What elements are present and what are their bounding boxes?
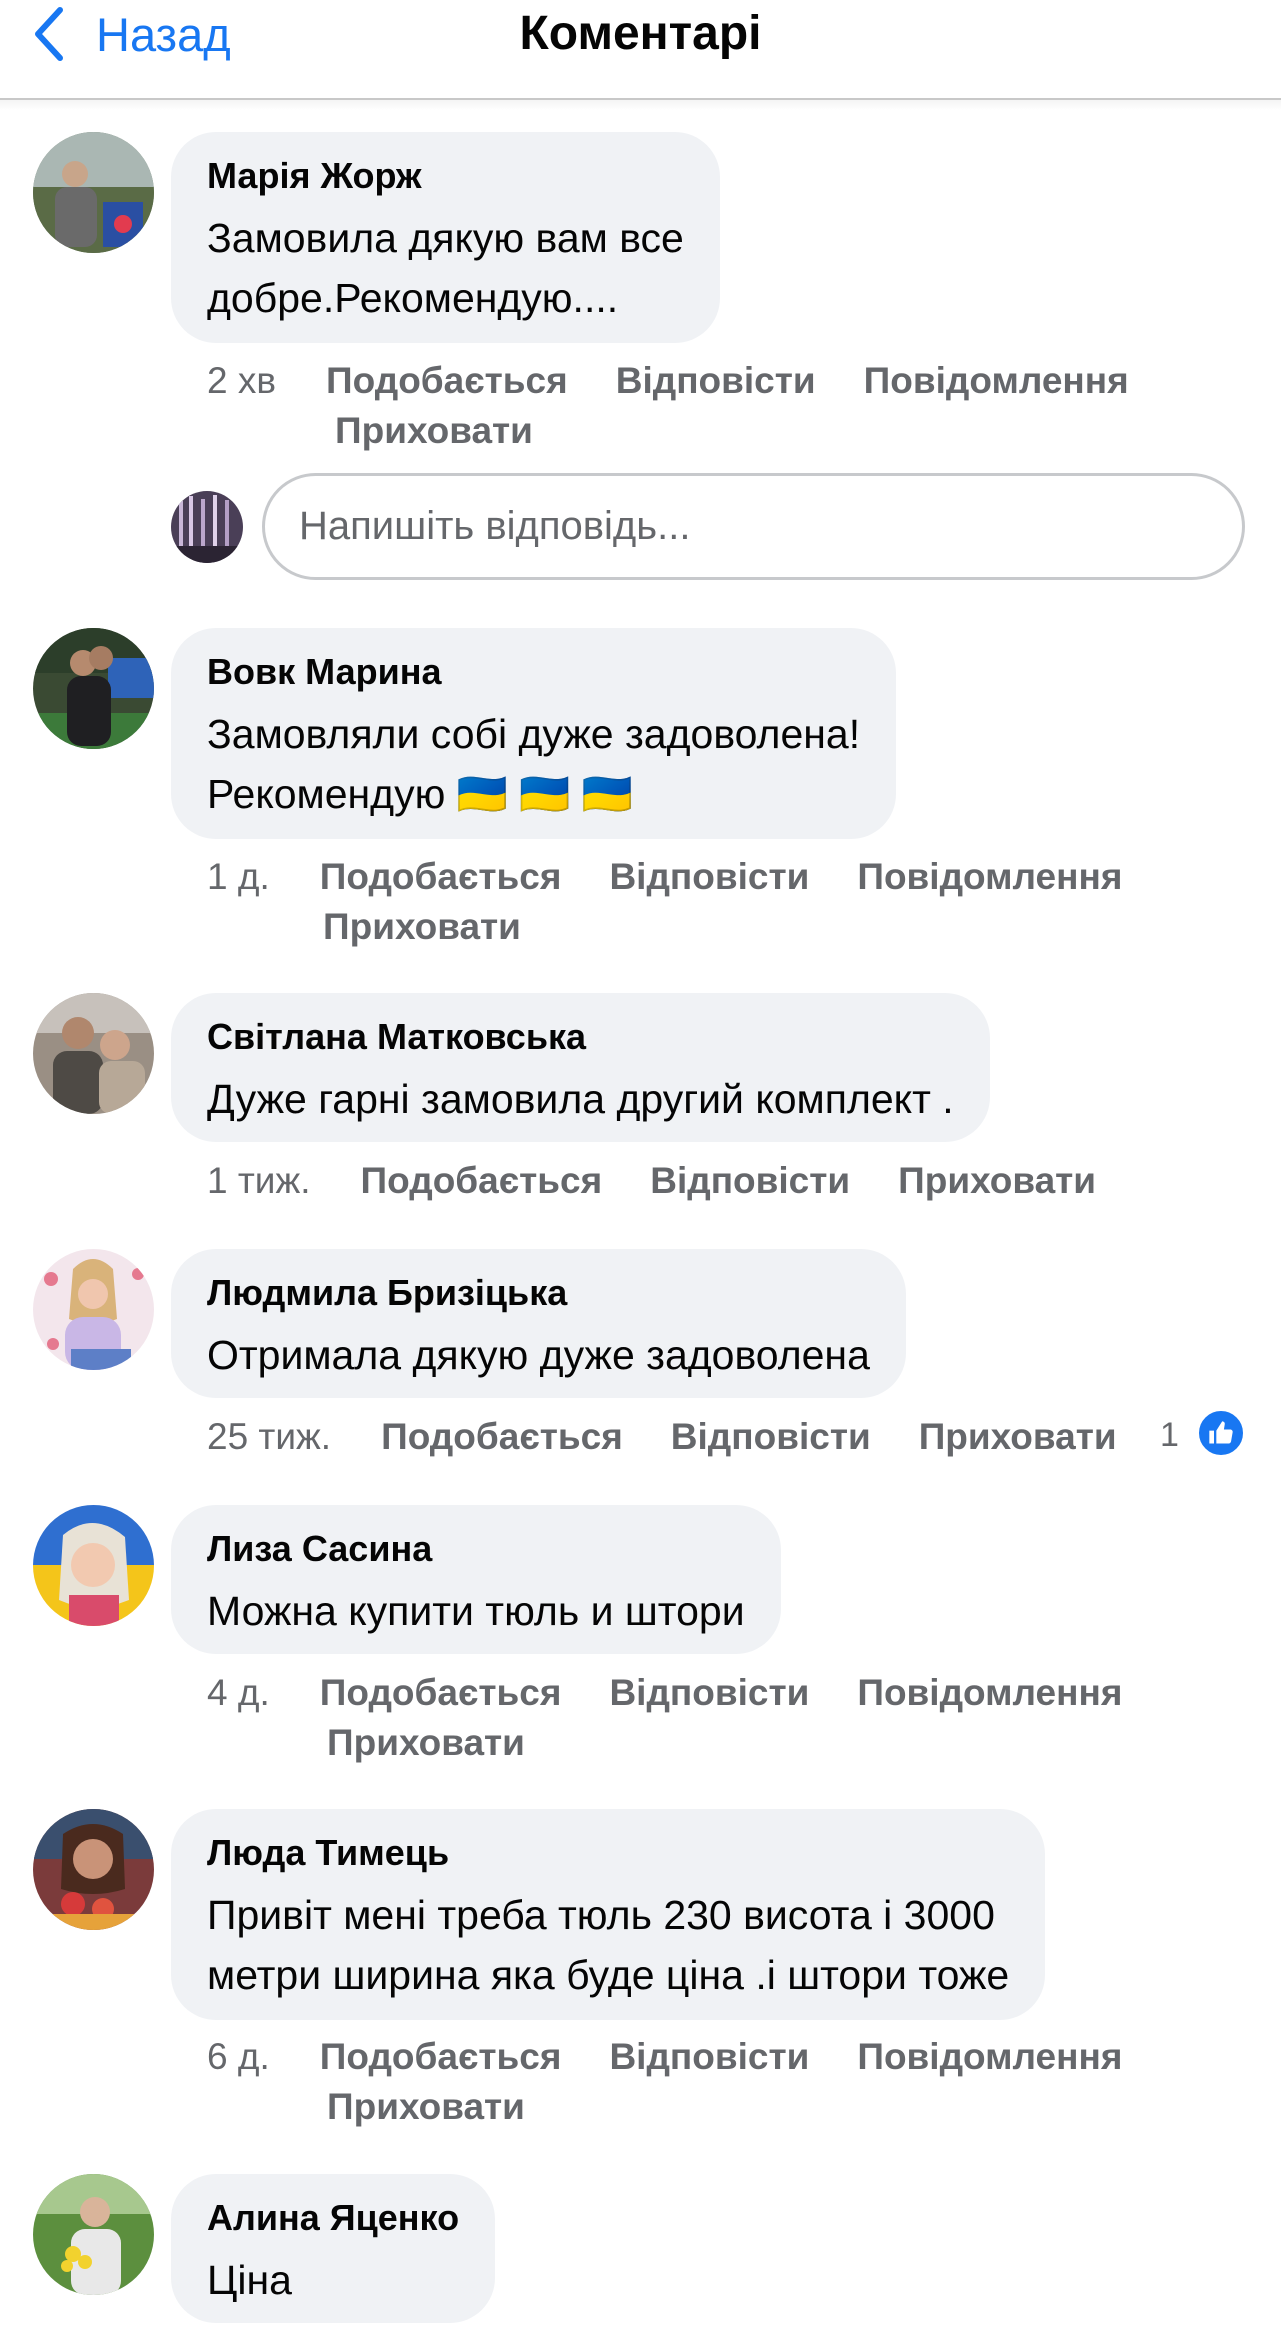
comment-author[interactable]: Марія Жорж	[207, 154, 684, 198]
avatar[interactable]	[33, 1809, 154, 1930]
comment-time[interactable]: 2 хв	[207, 360, 276, 401]
reply-input[interactable]	[262, 473, 1245, 580]
avatar[interactable]	[33, 1505, 154, 1626]
comment-time[interactable]: 1 тиж.	[207, 1160, 311, 1201]
comment-bubble: Марія Жорж Замовила дякую вам все добре.…	[171, 132, 720, 343]
reply-action[interactable]: Відповісти	[616, 360, 816, 401]
avatar[interactable]	[33, 2174, 154, 2295]
message-action[interactable]: Повідомлення	[857, 2036, 1122, 2077]
message-action[interactable]: Повідомлення	[857, 1672, 1122, 1713]
comment-bubble: Алина Яценко Ціна	[171, 2174, 496, 2323]
comment-bubble: Люда Тимець Привіт мені треба тюль 230 в…	[171, 1809, 1046, 2020]
comment-author[interactable]: Людмила Бризіцька	[207, 1271, 870, 1315]
reply-action[interactable]: Відповісти	[609, 2036, 809, 2077]
comment-author[interactable]: Світлана Матковська	[207, 1015, 954, 1059]
thumbs-up-icon[interactable]	[1196, 1408, 1246, 1458]
comment-text: Замовляли собі дуже задоволена! Рекоменд…	[207, 711, 861, 817]
comment-time[interactable]: 1 д.	[207, 856, 270, 897]
comment-text: Замовила дякую вам все добре.Рекомендую.…	[207, 215, 684, 321]
hide-action[interactable]: Приховати	[898, 1160, 1096, 1201]
comment-bubble: Людмила Бризіцька Отримала дякую дуже за…	[171, 1249, 906, 1398]
page-title: Коментарі	[519, 7, 762, 60]
avatar[interactable]	[33, 993, 154, 1114]
comment-time[interactable]: 6 д.	[207, 2036, 270, 2077]
like-action[interactable]: Подобається	[361, 1160, 603, 1201]
like-action[interactable]: Подобається	[381, 1416, 623, 1457]
comment-time[interactable]: 4 д.	[207, 1672, 270, 1713]
comment-text: Дуже гарні замовила другий комплект .	[207, 1076, 954, 1122]
comment-author[interactable]: Алина Яценко	[207, 2196, 459, 2240]
hide-action[interactable]: Приховати	[919, 1416, 1117, 1457]
comment-actions: 6 д. Подобається Відповісти Повідомлення Пр…	[207, 2032, 1170, 2132]
comment-time[interactable]: 25 тиж.	[207, 1416, 331, 1457]
comment-text: Ціна	[207, 2257, 292, 2303]
message-action[interactable]: Повідомлення	[864, 360, 1129, 401]
comment-author[interactable]: Вовк Марина	[207, 650, 860, 694]
current-user-avatar	[171, 491, 243, 563]
comment-author[interactable]: Люда Тимець	[207, 1831, 1009, 1875]
reply-action[interactable]: Відповісти	[671, 1416, 871, 1457]
hide-action[interactable]: Приховати	[323, 906, 521, 947]
avatar[interactable]	[33, 628, 154, 749]
like-action[interactable]: Подобається	[326, 360, 568, 401]
like-action[interactable]: Подобається	[320, 1672, 562, 1713]
comment-text: Привіт мені треба тюль 230 висота і 3000…	[207, 1892, 1010, 1998]
hide-action[interactable]: Приховати	[327, 1722, 525, 1763]
comment-bubble: Вовк Марина Замовляли собі дуже задоволе…	[171, 628, 897, 839]
comment-author[interactable]: Лиза Сасина	[207, 1527, 745, 1571]
comment-bubble: Світлана Матковська Дуже гарні замовила …	[171, 993, 990, 1142]
comment-text: Отримала дякую дуже задоволена	[207, 1332, 870, 1378]
navbar-shadow	[0, 100, 1281, 110]
comment-text: Можна купити тюль и штори	[207, 1588, 745, 1634]
comment-actions: 25 тиж. Подобається Відповісти Приховати	[207, 1412, 1117, 1462]
comment-actions: 1 д. Подобається Відповісти Повідомлення Пр…	[207, 852, 1170, 952]
hide-action[interactable]: Приховати	[335, 410, 533, 451]
comment-actions: 2 хв Подобається Відповісти Повідомлення Пр…	[207, 356, 1177, 456]
message-action[interactable]: Повідомлення	[857, 856, 1122, 897]
avatar[interactable]	[33, 132, 154, 253]
navigation-bar: Назад Коментарі	[0, 0, 1281, 100]
comment-bubble: Лиза Сасина Можна купити тюль и штори	[171, 1505, 781, 1654]
reaction-count[interactable]: 1	[1160, 1416, 1179, 1455]
reply-action[interactable]: Відповісти	[650, 1160, 850, 1201]
reply-action[interactable]: Відповісти	[609, 856, 809, 897]
like-action[interactable]: Подобається	[320, 2036, 562, 2077]
avatar[interactable]	[33, 1249, 154, 1370]
reply-action[interactable]: Відповісти	[609, 1672, 809, 1713]
like-action[interactable]: Подобається	[320, 856, 562, 897]
comment-actions: 4 д. Подобається Відповісти Повідомлення Пр…	[207, 1668, 1170, 1768]
hide-action[interactable]: Приховати	[327, 2086, 525, 2127]
comment-actions: 1 тиж. Подобається Відповісти Приховати	[207, 1156, 1096, 1206]
